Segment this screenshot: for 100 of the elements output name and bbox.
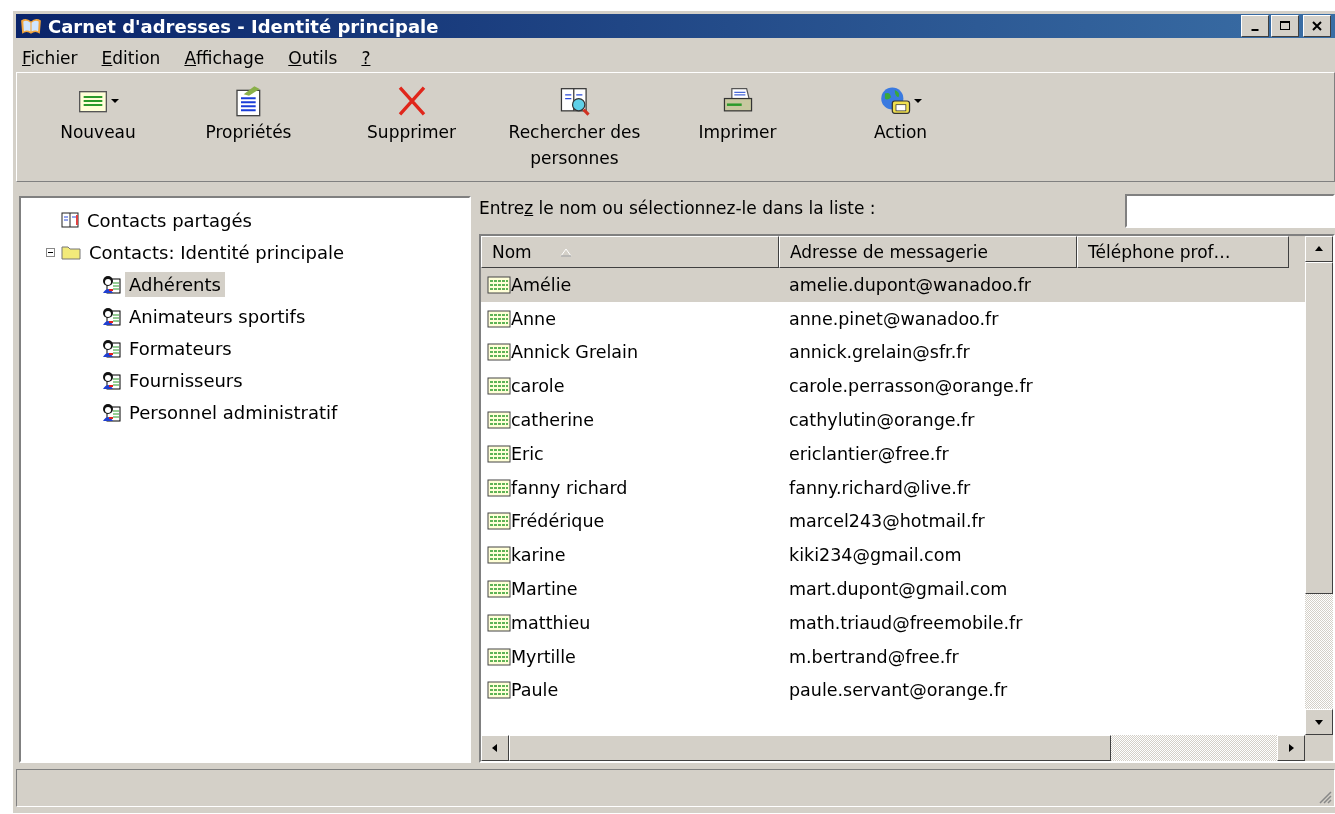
contact-row[interactable]: Martine mart.dupont@gmail.com <box>481 572 1305 606</box>
scrollbar-corner <box>1305 735 1333 761</box>
group-icon <box>101 370 121 390</box>
contact-email: marcel243@hotmail.fr <box>789 511 985 532</box>
vertical-scrollbar[interactable] <box>1305 236 1333 761</box>
contact-card-icon <box>487 343 511 362</box>
contact-name: matthieu <box>511 612 591 633</box>
contact-row[interactable]: Paule paule.servant@orange.fr <box>481 673 1305 708</box>
contact-card-icon <box>487 411 511 430</box>
menu-item[interactable]: Fichier <box>22 48 78 68</box>
contact-card-icon <box>487 613 511 632</box>
scroll-left-icon[interactable] <box>491 744 499 752</box>
scroll-thumb[interactable] <box>1305 262 1333 594</box>
contact-name: Anne <box>511 308 556 329</box>
contact-card-icon <box>487 647 511 666</box>
column-header[interactable]: Téléphone prof… <box>1077 236 1289 268</box>
contact-card-icon <box>487 309 511 328</box>
toolbar-button[interactable]: Nouveau <box>29 73 167 145</box>
contact-row[interactable]: carole carole.perrasson@orange.fr <box>481 369 1305 404</box>
toolbar-button[interactable]: Propriétés <box>167 73 330 145</box>
menu-item[interactable]: Outils <box>288 48 338 68</box>
column-header[interactable]: Nom <box>481 236 779 268</box>
contact-row[interactable]: Eric ericlantier@free.fr <box>481 437 1305 471</box>
tree-item[interactable]: Adhérents <box>125 271 225 297</box>
contact-email: math.triaud@freemobile.fr <box>789 612 1023 633</box>
contact-row[interactable]: Myrtille m.bertrand@free.fr <box>481 639 1305 674</box>
contact-card-icon <box>487 546 511 565</box>
book-icon <box>20 16 42 36</box>
header-background <box>1289 236 1305 268</box>
contact-name: fanny richard <box>511 477 628 498</box>
search-prompt: Entrez le nom ou sélectionnez-le dans la liste : <box>479 197 876 218</box>
contact-row[interactable]: karine kiki234@gmail.com <box>481 538 1305 573</box>
group-icon <box>101 306 121 326</box>
contact-name: karine <box>511 545 566 566</box>
contact-email: annick.grelain@sfr.fr <box>789 342 970 363</box>
tree-item[interactable]: Animateurs sportifs <box>125 303 310 329</box>
scroll-down-icon[interactable] <box>1315 718 1323 726</box>
group-icon <box>101 402 121 422</box>
toolbar-button[interactable]: Supprimer <box>330 73 493 145</box>
contact-row[interactable]: Frédérique marcel243@hotmail.fr <box>481 504 1305 539</box>
contact-row[interactable]: Anne anne.pinet@wanadoo.fr <box>481 301 1305 336</box>
menu-item[interactable]: Edition <box>101 48 161 68</box>
contact-email: anne.pinet@wanadoo.fr <box>789 308 999 329</box>
contact-card-icon <box>487 275 511 294</box>
tree-item[interactable]: Contacts: Identité principale <box>85 239 348 265</box>
globe-phone-icon <box>879 85 912 117</box>
contact-card-icon <box>487 478 511 497</box>
close-icon <box>1311 20 1323 32</box>
contact-card-icon <box>487 512 511 531</box>
menu-item[interactable]: ? <box>361 48 371 68</box>
contact-name: Myrtille <box>511 646 576 667</box>
contact-name: Annick Grelain <box>511 342 638 363</box>
contact-card-icon <box>487 377 511 396</box>
book-search-icon <box>558 85 591 117</box>
contact-name: carole <box>511 376 565 397</box>
maximize-icon <box>1279 20 1291 32</box>
contact-email: paule.servant@orange.fr <box>789 680 1008 701</box>
contact-email: ericlantier@free.fr <box>789 443 949 464</box>
collapse-icon[interactable] <box>45 247 55 257</box>
tree-item[interactable]: Formateurs <box>125 335 236 361</box>
contact-row[interactable]: Annick Grelain annick.grelain@sfr.fr <box>481 335 1305 370</box>
resize-grip-icon[interactable] <box>1318 790 1332 804</box>
scroll-up-icon[interactable] <box>1315 245 1323 253</box>
tree-item[interactable]: Fournisseurs <box>125 367 247 393</box>
tree-item[interactable]: Personnel administratif <box>125 399 342 425</box>
contact-name: Amélie <box>511 274 572 295</box>
caret-icon <box>913 98 922 104</box>
contact-email: kiki234@gmail.com <box>789 545 962 566</box>
contact-card-icon <box>487 444 511 463</box>
contact-name: Martine <box>511 579 578 600</box>
toolbar-button[interactable]: Action <box>819 73 982 145</box>
address-book-icon <box>61 212 79 228</box>
contact-row[interactable]: fanny richard fanny.richard@live.fr <box>481 470 1305 505</box>
contact-name: Frédérique <box>511 511 605 532</box>
tree-item[interactable]: Contacts partagés <box>83 207 256 233</box>
close-button[interactable] <box>1303 15 1331 37</box>
contact-email: amelie.dupont@wanadoo.fr <box>789 274 1032 295</box>
caret-icon <box>111 98 119 104</box>
contact-row[interactable]: Amélie amelie.dupont@wanadoo.fr <box>481 268 1305 302</box>
contact-row[interactable]: catherine cathylutin@orange.fr <box>481 403 1305 437</box>
search-field[interactable] <box>1125 194 1335 228</box>
horizontal-scrollbar[interactable] <box>481 735 1305 761</box>
contact-email: mart.dupont@gmail.com <box>789 579 1008 600</box>
minimize-button[interactable] <box>1241 15 1269 37</box>
contact-card-icon <box>487 681 511 700</box>
contact-name: Eric <box>511 443 544 464</box>
contact-email: cathylutin@orange.fr <box>789 410 975 431</box>
contact-name: Paule <box>511 680 559 701</box>
contact-email: carole.perrasson@orange.fr <box>789 376 1033 397</box>
toolbar-button[interactable]: Rechercher des personnes <box>493 73 656 171</box>
contact-row[interactable]: matthieu math.triaud@freemobile.fr <box>481 605 1305 640</box>
group-icon <box>101 274 121 294</box>
contact-card-icon <box>487 580 511 599</box>
menu-item[interactable]: Affichage <box>184 48 265 68</box>
maximize-button[interactable] <box>1271 15 1299 37</box>
column-header[interactable]: Adresse de messagerie <box>779 236 1077 268</box>
toolbar-button[interactable]: Imprimer <box>656 73 819 145</box>
contact-email: fanny.richard@live.fr <box>789 477 971 498</box>
scroll-thumb[interactable] <box>509 735 1111 761</box>
scroll-right-icon[interactable] <box>1287 744 1295 752</box>
